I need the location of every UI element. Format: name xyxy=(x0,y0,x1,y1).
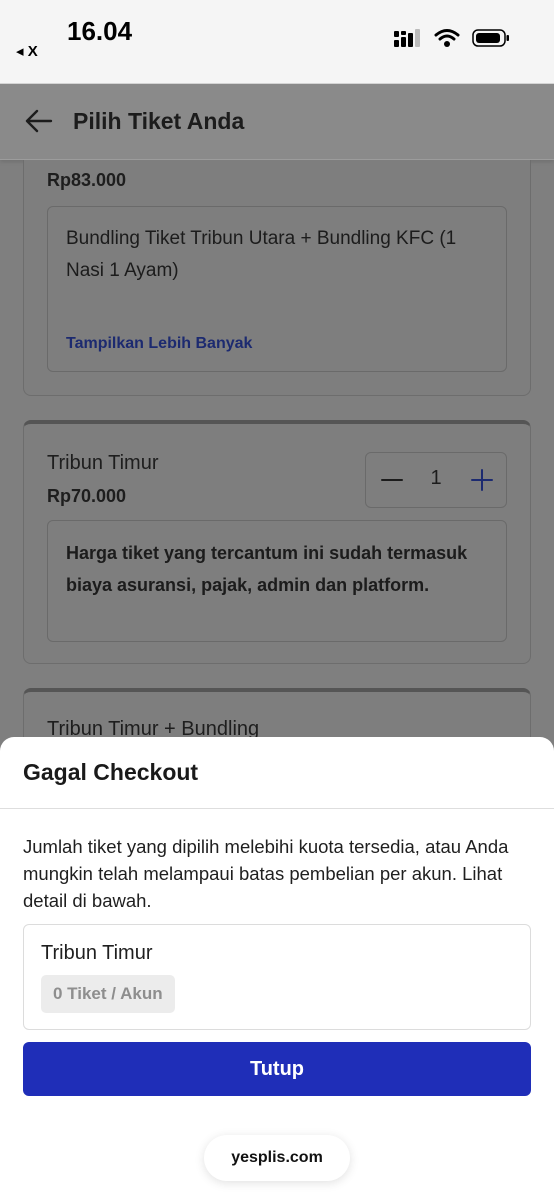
battery-icon xyxy=(472,29,509,47)
close-button[interactable]: Tutup xyxy=(23,1042,531,1096)
ticket-description-box: Harga tiket yang tercantum ini sudah ter… xyxy=(47,520,507,642)
ticket-card: Rp83.000 Bundling Tiket Tribun Utara + B… xyxy=(23,160,531,396)
status-icons xyxy=(394,28,510,48)
wifi-icon xyxy=(434,29,460,47)
ticket-name: Tribun Timur xyxy=(47,452,159,474)
ticket-price: Rp83.000 xyxy=(47,170,127,190)
dialog-message: Jumlah tiket yang dipilih melebihi kuota… xyxy=(23,836,509,911)
page-title: Pilih Tiket Anda xyxy=(73,108,245,134)
back-to-app-link[interactable]: ◂ X xyxy=(16,42,38,60)
show-more-link[interactable]: Tampilkan Lebih Banyak xyxy=(66,335,252,353)
dialog-title: Gagal Checkout xyxy=(23,759,199,785)
divider xyxy=(0,808,554,809)
signal-icon xyxy=(394,29,420,47)
quantity-stepper: 1 xyxy=(365,452,507,508)
quota-ticket-name: Tribun Timur xyxy=(41,942,153,964)
checkout-failed-dialog: Gagal Checkout Jumlah tiket yang dipilih… xyxy=(0,737,554,1200)
status-bar: 16.04 ◂ X xyxy=(0,0,554,84)
quota-limit-badge: 0 Tiket / Akun xyxy=(41,975,175,1013)
browser-domain-pill[interactable]: yesplis.com xyxy=(204,1135,350,1181)
quantity-value: 1 xyxy=(430,467,442,489)
app-header: Pilih Tiket Anda xyxy=(0,84,554,160)
ticket-description: Bundling Tiket Tribun Utara + Bundling K… xyxy=(66,228,457,281)
quota-detail-box: Tribun Timur 0 Tiket / Akun xyxy=(23,924,531,1030)
status-time: 16.04 xyxy=(67,16,133,46)
ticket-description: Harga tiket yang tercantum ini sudah ter… xyxy=(66,543,468,595)
plus-icon[interactable] xyxy=(470,463,494,497)
minus-icon[interactable] xyxy=(380,463,404,497)
arrow-left-icon[interactable] xyxy=(24,106,54,136)
ticket-card: Tribun Timur Rp70.000 1 Harga tiket yang… xyxy=(23,420,531,664)
ticket-description-box: Bundling Tiket Tribun Utara + Bundling K… xyxy=(47,206,507,372)
ticket-price: Rp70.000 xyxy=(47,486,127,506)
